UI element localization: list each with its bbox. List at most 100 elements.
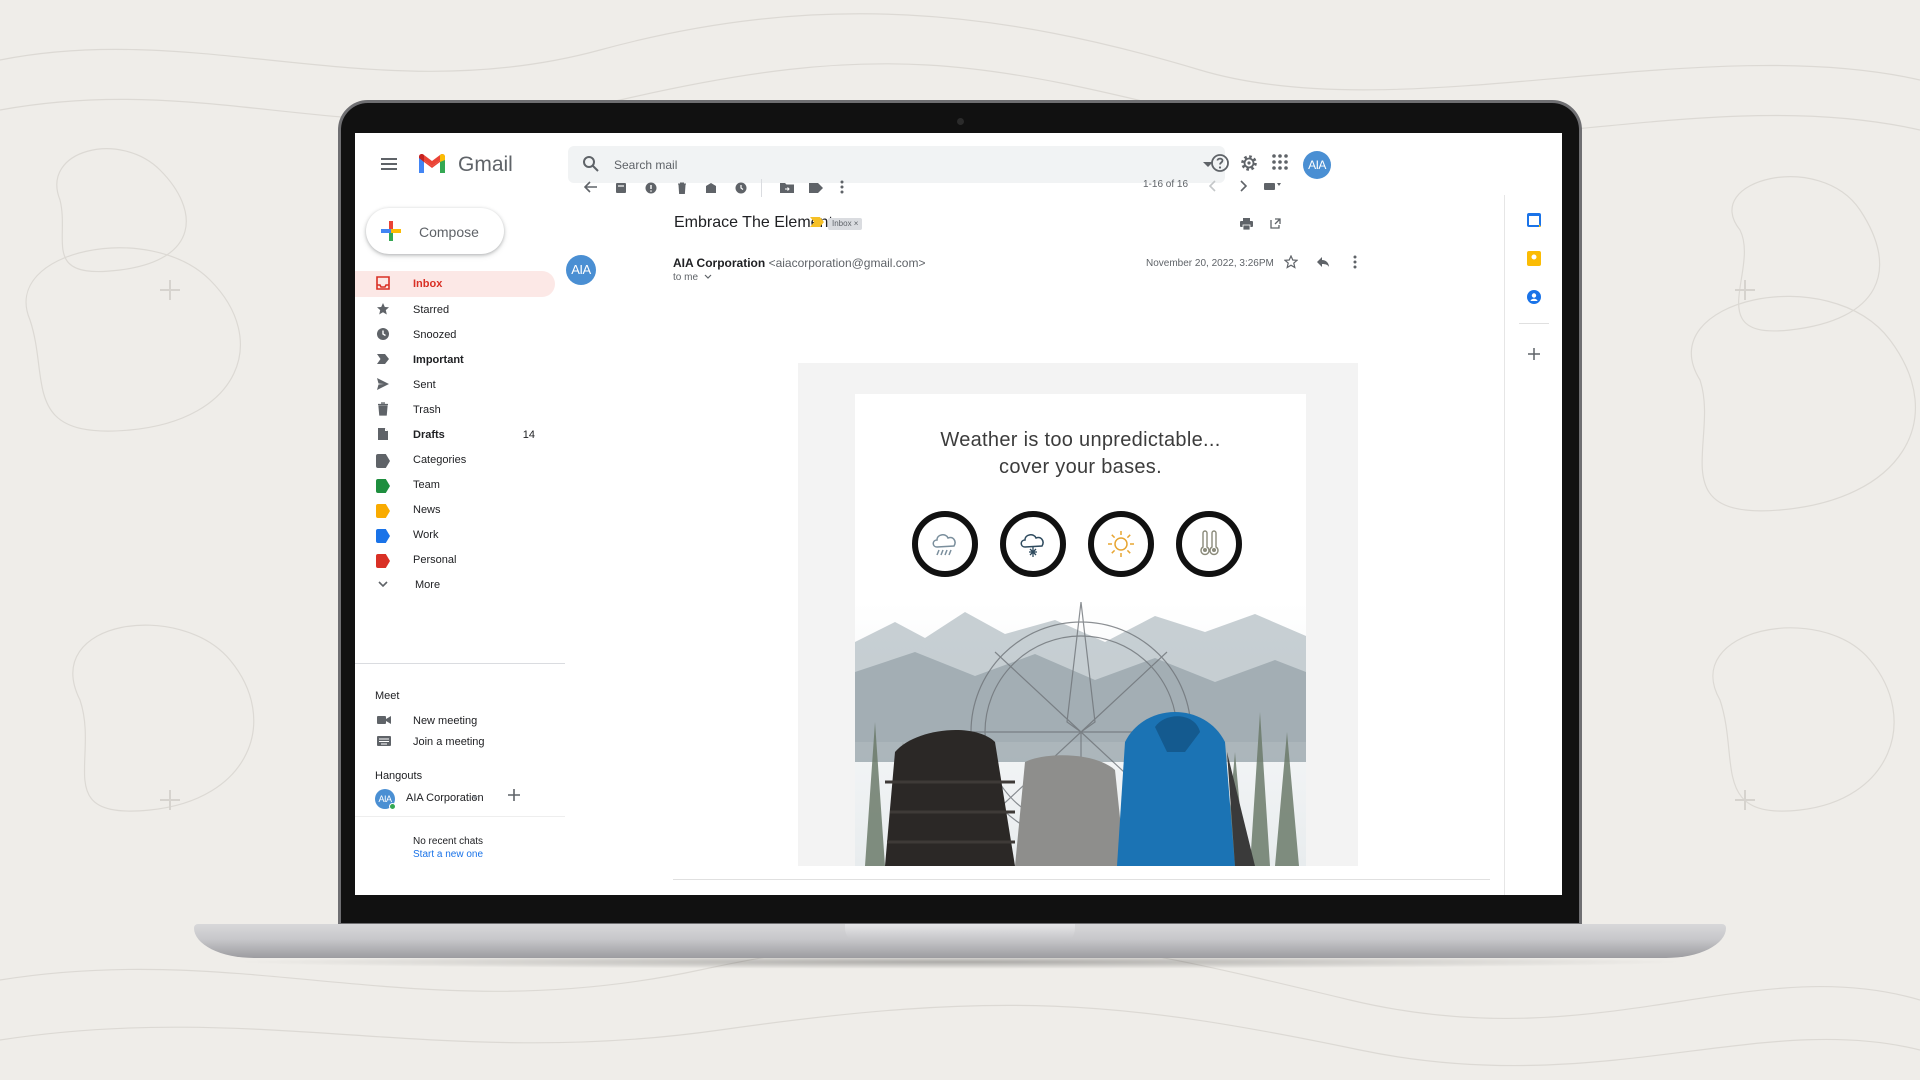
- online-status-dot: [389, 803, 396, 810]
- sidebar-item-sent[interactable]: Sent: [355, 372, 555, 397]
- sidebar-item-label: Trash: [413, 404, 441, 416]
- sidebar-item-label: Starred: [413, 304, 450, 316]
- sidebar-item-team[interactable]: Team: [355, 472, 555, 497]
- sidebar-item-drafts[interactable]: Drafts 14: [355, 422, 555, 447]
- new-meeting-link[interactable]: New meeting: [413, 715, 477, 727]
- inbox-label-chip[interactable]: Inbox ×: [828, 218, 863, 230]
- meet-title: Meet: [375, 690, 400, 702]
- back-arrow-icon[interactable]: [584, 180, 598, 194]
- sidebar-item-snoozed[interactable]: Snoozed: [355, 322, 555, 347]
- sidebar-item-label: News: [413, 504, 441, 516]
- keep-notes-icon[interactable]: [1527, 251, 1541, 266]
- drafts-count: 14: [522, 429, 535, 441]
- sender-email: <aiacorporation@gmail.com>: [768, 256, 926, 270]
- prev-page-icon[interactable]: [1209, 180, 1217, 192]
- sidebar-item-work[interactable]: Work: [355, 522, 555, 547]
- more-vert-icon[interactable]: [840, 180, 844, 194]
- dropdown-caret-icon[interactable]: [472, 796, 478, 801]
- sidebar-item-categories[interactable]: Categories: [355, 447, 555, 472]
- headline-line-2: cover your bases.: [999, 456, 1162, 478]
- message-bottom-divider: [673, 879, 1490, 880]
- main-menu-icon[interactable]: [381, 158, 397, 170]
- apps-grid-icon[interactable]: [1271, 153, 1289, 171]
- sidebar-nav: Inbox Starred Snoozed Important Sent Tra…: [355, 271, 565, 597]
- chevron-down-icon: [704, 274, 712, 279]
- move-to-folder-icon[interactable]: [780, 182, 794, 194]
- sidebar-item-label: Drafts: [413, 429, 445, 441]
- account-avatar[interactable]: AIA: [1303, 151, 1331, 179]
- rain-icon: [912, 511, 978, 577]
- sidebar-item-label: Important: [413, 354, 464, 366]
- toolbar-separator: [761, 179, 762, 197]
- sender-name[interactable]: AIA Corporation: [673, 256, 765, 270]
- join-meeting-link[interactable]: Join a meeting: [413, 736, 485, 748]
- gmail-header: Gmail Search mail AIA: [355, 133, 1562, 195]
- no-recent-chats-text: No recent chats: [413, 836, 484, 847]
- clock-icon: [377, 328, 389, 340]
- search-icon[interactable]: [582, 155, 600, 173]
- star-outline-icon[interactable]: [1284, 255, 1298, 269]
- sidebar-item-label: More: [415, 579, 441, 591]
- label-icon: [376, 504, 390, 518]
- gmail-wordmark: Gmail: [458, 153, 513, 176]
- gmail-window: Gmail Search mail AIA Compose Inbox Star…: [355, 133, 1562, 895]
- keyboard-icon: [377, 736, 391, 746]
- open-new-window-icon[interactable]: [1270, 218, 1281, 229]
- search-input[interactable]: Search mail: [614, 158, 677, 172]
- headline-line-1: Weather is too unpredictable...: [940, 429, 1221, 451]
- sidebar-item-personal[interactable]: Personal: [355, 547, 555, 572]
- temperature-icon: [1176, 511, 1242, 577]
- snooze-clock-icon[interactable]: [735, 182, 747, 194]
- message-more-icon[interactable]: [1353, 255, 1357, 269]
- mark-unread-icon[interactable]: [705, 182, 717, 194]
- hangouts-divider: [355, 816, 565, 817]
- star-icon: [377, 303, 389, 315]
- search-bar[interactable]: Search mail: [568, 146, 1225, 183]
- get-addons-plus-icon[interactable]: [1528, 348, 1540, 360]
- laptop-notch: [845, 924, 1075, 944]
- sender-line: AIA Corporation <aiacorporation@gmail.co…: [673, 256, 926, 270]
- snow-icon: [1000, 511, 1066, 577]
- label-icon: [376, 479, 390, 493]
- inbox-icon: [376, 276, 390, 290]
- report-spam-icon[interactable]: [645, 182, 657, 194]
- sidebar-item-trash[interactable]: Trash: [355, 397, 555, 422]
- send-icon: [377, 378, 389, 390]
- sidebar-item-label: Categories: [413, 454, 467, 466]
- compose-button[interactable]: Compose: [366, 208, 504, 254]
- sidebar-item-label: Inbox: [413, 278, 443, 290]
- draft-icon: [378, 428, 388, 440]
- recipient-details[interactable]: to me: [673, 272, 712, 283]
- settings-gear-icon[interactable]: [1239, 153, 1259, 173]
- next-page-icon[interactable]: [1239, 180, 1247, 192]
- input-tools-icon[interactable]: [1264, 181, 1282, 191]
- add-chat-plus-icon[interactable]: [507, 788, 521, 802]
- label-icon: [376, 554, 390, 568]
- sidebar-item-news[interactable]: News: [355, 497, 555, 522]
- print-icon[interactable]: [1240, 218, 1253, 230]
- sidebar-item-label: Work: [413, 529, 439, 541]
- sidebar-item-more[interactable]: More: [355, 572, 555, 597]
- sender-avatar[interactable]: AIA: [566, 255, 596, 285]
- sidebar-item-label: Sent: [413, 379, 436, 391]
- pagination-text: 1-16 of 16: [1143, 179, 1189, 190]
- sidebar-item-important[interactable]: Important: [355, 347, 555, 372]
- sun-icon: [1088, 511, 1154, 577]
- delete-icon[interactable]: [676, 182, 688, 194]
- contacts-icon[interactable]: [1527, 290, 1541, 304]
- label-tag-icon[interactable]: [809, 182, 823, 194]
- sidebar-item-inbox[interactable]: Inbox: [355, 271, 555, 297]
- start-new-chat-link[interactable]: Start a new one: [413, 849, 483, 860]
- message-date: November 20, 2022, 3:26PM: [1146, 258, 1274, 269]
- help-icon[interactable]: [1210, 153, 1230, 173]
- archive-icon[interactable]: [615, 182, 627, 194]
- reply-icon[interactable]: [1316, 256, 1330, 268]
- label-icon: [376, 529, 390, 543]
- jackets-hero-image: [855, 602, 1306, 866]
- compose-label: Compose: [419, 224, 479, 240]
- hangouts-title: Hangouts: [375, 770, 423, 782]
- recipient-text: to me: [673, 272, 699, 283]
- label-icon: [376, 454, 390, 468]
- sidebar-item-starred[interactable]: Starred: [355, 297, 555, 322]
- calendar-icon[interactable]: [1527, 213, 1541, 227]
